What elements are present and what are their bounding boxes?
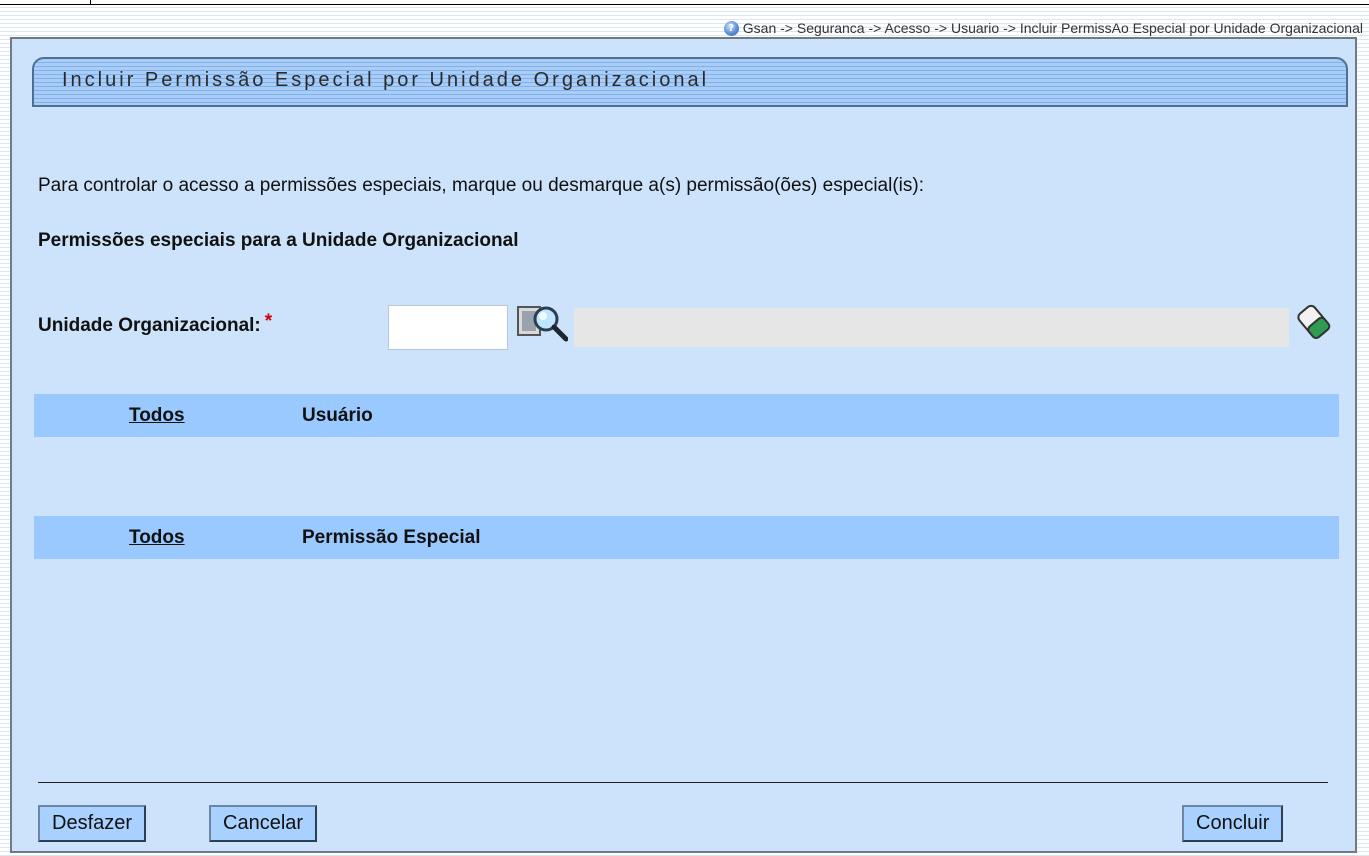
form-title-tab: Incluir Permissão Especial por Unidade O… bbox=[32, 57, 1348, 107]
instruction-text: Para controlar o acesso a permissões esp… bbox=[38, 175, 924, 196]
footer-divider bbox=[38, 782, 1328, 783]
users-column-header: Usuário bbox=[302, 404, 373, 426]
search-unit-button[interactable] bbox=[516, 303, 569, 343]
help-icon[interactable]: ? bbox=[723, 20, 739, 36]
required-mark: * bbox=[264, 311, 273, 332]
top-tick bbox=[90, 0, 91, 5]
cancel-button[interactable]: Cancelar bbox=[209, 805, 318, 842]
finish-button[interactable]: Concluir bbox=[1182, 805, 1284, 842]
select-all-users-link[interactable]: Todos bbox=[129, 405, 185, 427]
permissions-column-header: Permissão Especial bbox=[302, 526, 481, 548]
clear-unit-button[interactable] bbox=[1295, 301, 1331, 341]
search-icon bbox=[517, 306, 569, 342]
users-table-header: Todos Usuário bbox=[34, 394, 1339, 437]
unit-description-field bbox=[574, 308, 1289, 347]
undo-button[interactable]: Desfazer bbox=[38, 805, 147, 842]
unit-label-text: Unidade Organizacional: bbox=[38, 315, 261, 336]
page: ? Gsan -> Seguranca -> Acesso -> Usuario… bbox=[0, 0, 1369, 856]
breadcrumb-text: Gsan -> Seguranca -> Acesso -> Usuario -… bbox=[742, 20, 1363, 36]
unit-label: Unidade Organizacional: * bbox=[38, 311, 272, 337]
section-subtitle: Permissões especiais para a Unidade Orga… bbox=[38, 230, 519, 251]
form-panel: Incluir Permissão Especial por Unidade O… bbox=[10, 37, 1357, 853]
breadcrumb: ? Gsan -> Seguranca -> Acesso -> Usuario… bbox=[723, 18, 1363, 38]
unit-code-input[interactable] bbox=[388, 305, 508, 350]
page-title: Incluir Permissão Especial por Unidade O… bbox=[62, 69, 710, 91]
select-all-permissions-link[interactable]: Todos bbox=[129, 527, 185, 549]
permissions-table-header: Todos Permissão Especial bbox=[34, 516, 1339, 559]
eraser-icon bbox=[1297, 304, 1331, 340]
top-rule bbox=[0, 0, 1369, 5]
